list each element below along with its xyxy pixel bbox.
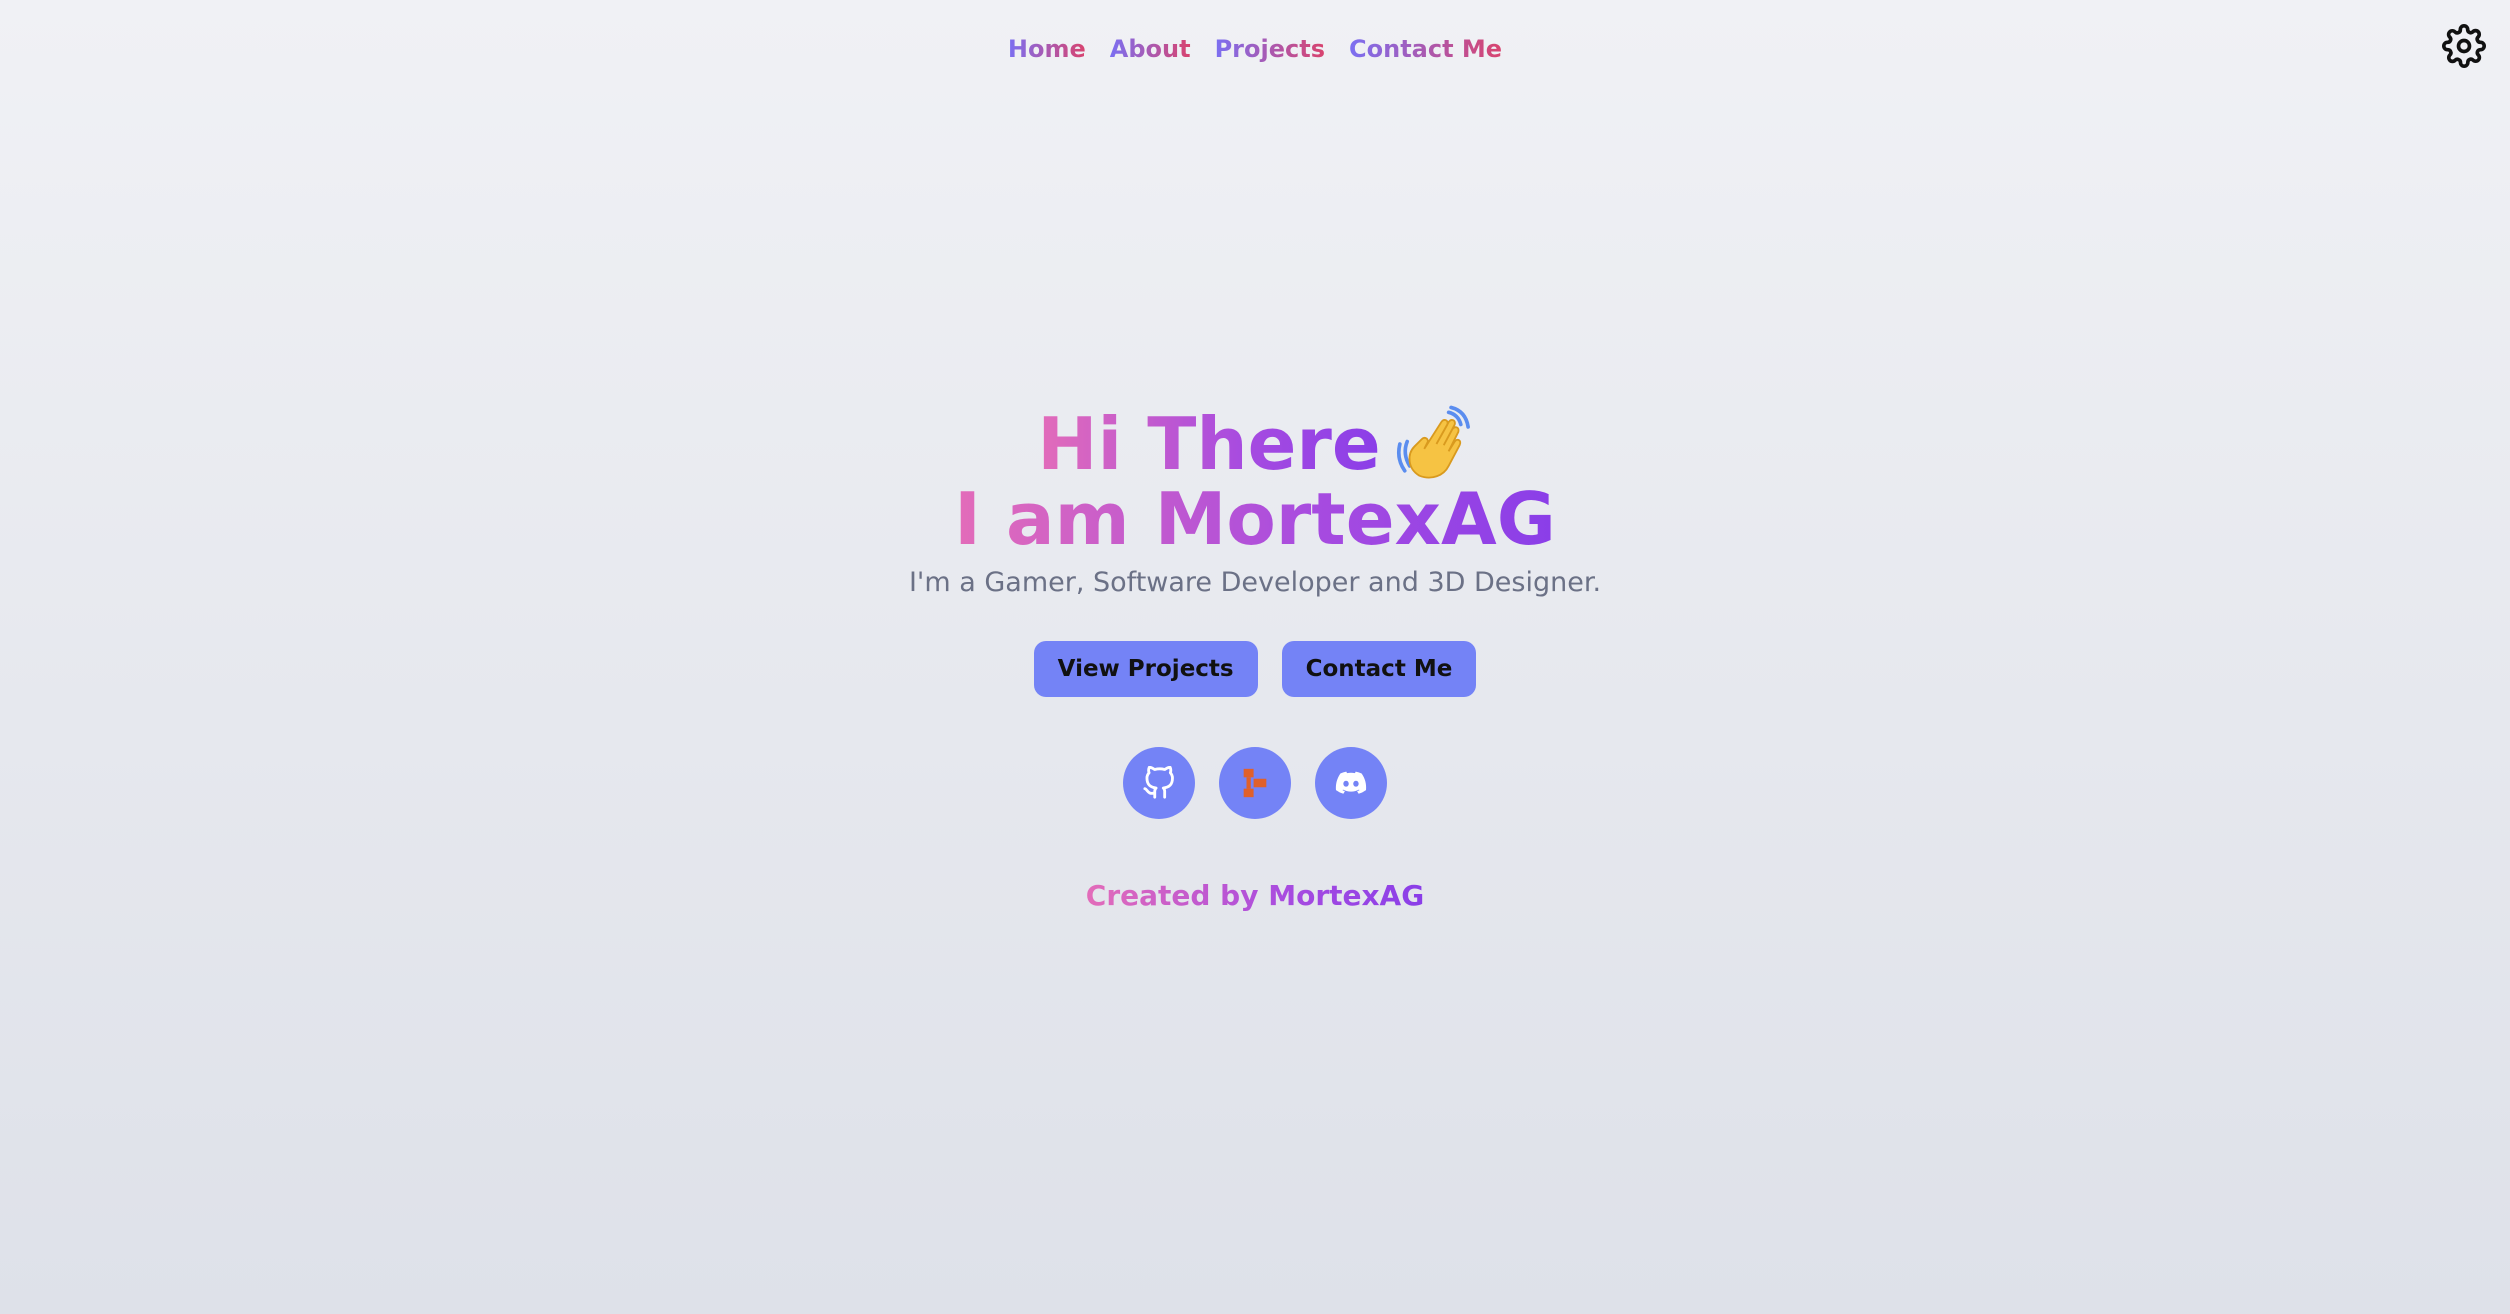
discord-link[interactable] — [1315, 747, 1387, 819]
footer-credit: Created by MortexAG — [1085, 879, 1425, 912]
gitea-link[interactable] — [1219, 747, 1291, 819]
waving-hand-icon — [1395, 405, 1473, 483]
greeting-text: Hi There — [1037, 402, 1381, 486]
hero-name: I am MortexAG — [0, 483, 2510, 555]
github-icon — [1142, 766, 1176, 800]
footer: Created by MortexAG — [0, 819, 2510, 912]
gitea-icon — [1238, 766, 1272, 800]
nav-projects-link[interactable]: Projects — [1215, 30, 1325, 68]
social-links — [0, 747, 2510, 819]
hero-greeting: Hi There — [1037, 405, 1473, 483]
top-navigation: Home About Projects Contact Me — [0, 30, 2510, 68]
hero-buttons: View Projects Contact Me — [0, 641, 2510, 697]
github-link[interactable] — [1123, 747, 1195, 819]
contact-me-button[interactable]: Contact Me — [1281, 641, 1477, 697]
view-projects-button[interactable]: View Projects — [1033, 641, 1258, 697]
nav-home-link[interactable]: Home — [1008, 30, 1086, 68]
discord-icon — [1334, 766, 1368, 800]
settings-button[interactable] — [2442, 24, 2486, 68]
nav-contact-link[interactable]: Contact Me — [1349, 30, 1502, 68]
name-text: I am MortexAG — [954, 477, 1556, 561]
nav-about-link[interactable]: About — [1110, 30, 1191, 68]
gear-icon — [2442, 24, 2486, 68]
hero-tagline: I'm a Gamer, Software Developer and 3D D… — [908, 567, 1602, 598]
hero-section: Hi There I am MortexAG I'm a Gamer, Soft… — [0, 405, 2510, 912]
